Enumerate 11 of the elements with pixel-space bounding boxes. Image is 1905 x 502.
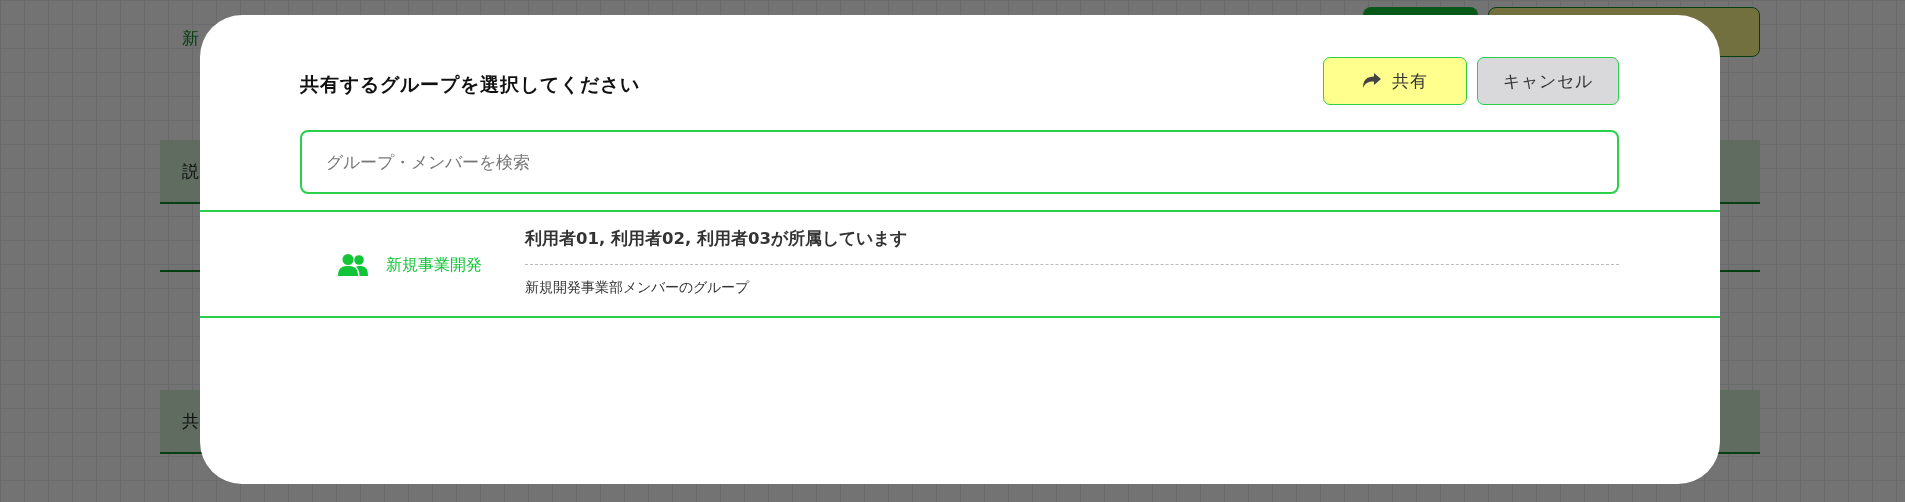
group-name: 新規事業開発 [386,254,482,274]
group-description: 新規開発事業部メンバーのグループ [525,279,751,297]
group-row[interactable]: 新規事業開発 利用者01, 利用者02, 利用者03が所属しています 新規開発事業部メンバーのグループ [200,212,1720,316]
cancel-button[interactable]: キャンセル [1477,57,1619,105]
share-button[interactable]: 共有 [1323,57,1467,105]
group-members: 利用者01, 利用者02, 利用者03が所属しています [525,228,908,250]
people-icon [338,254,368,276]
search-field[interactable]: グループ・メンバーを検索 [300,130,1619,194]
page-title: 新 [182,27,199,50]
dialog-title: 共有するグループを選択してください [300,72,640,97]
share-icon [1362,73,1382,89]
